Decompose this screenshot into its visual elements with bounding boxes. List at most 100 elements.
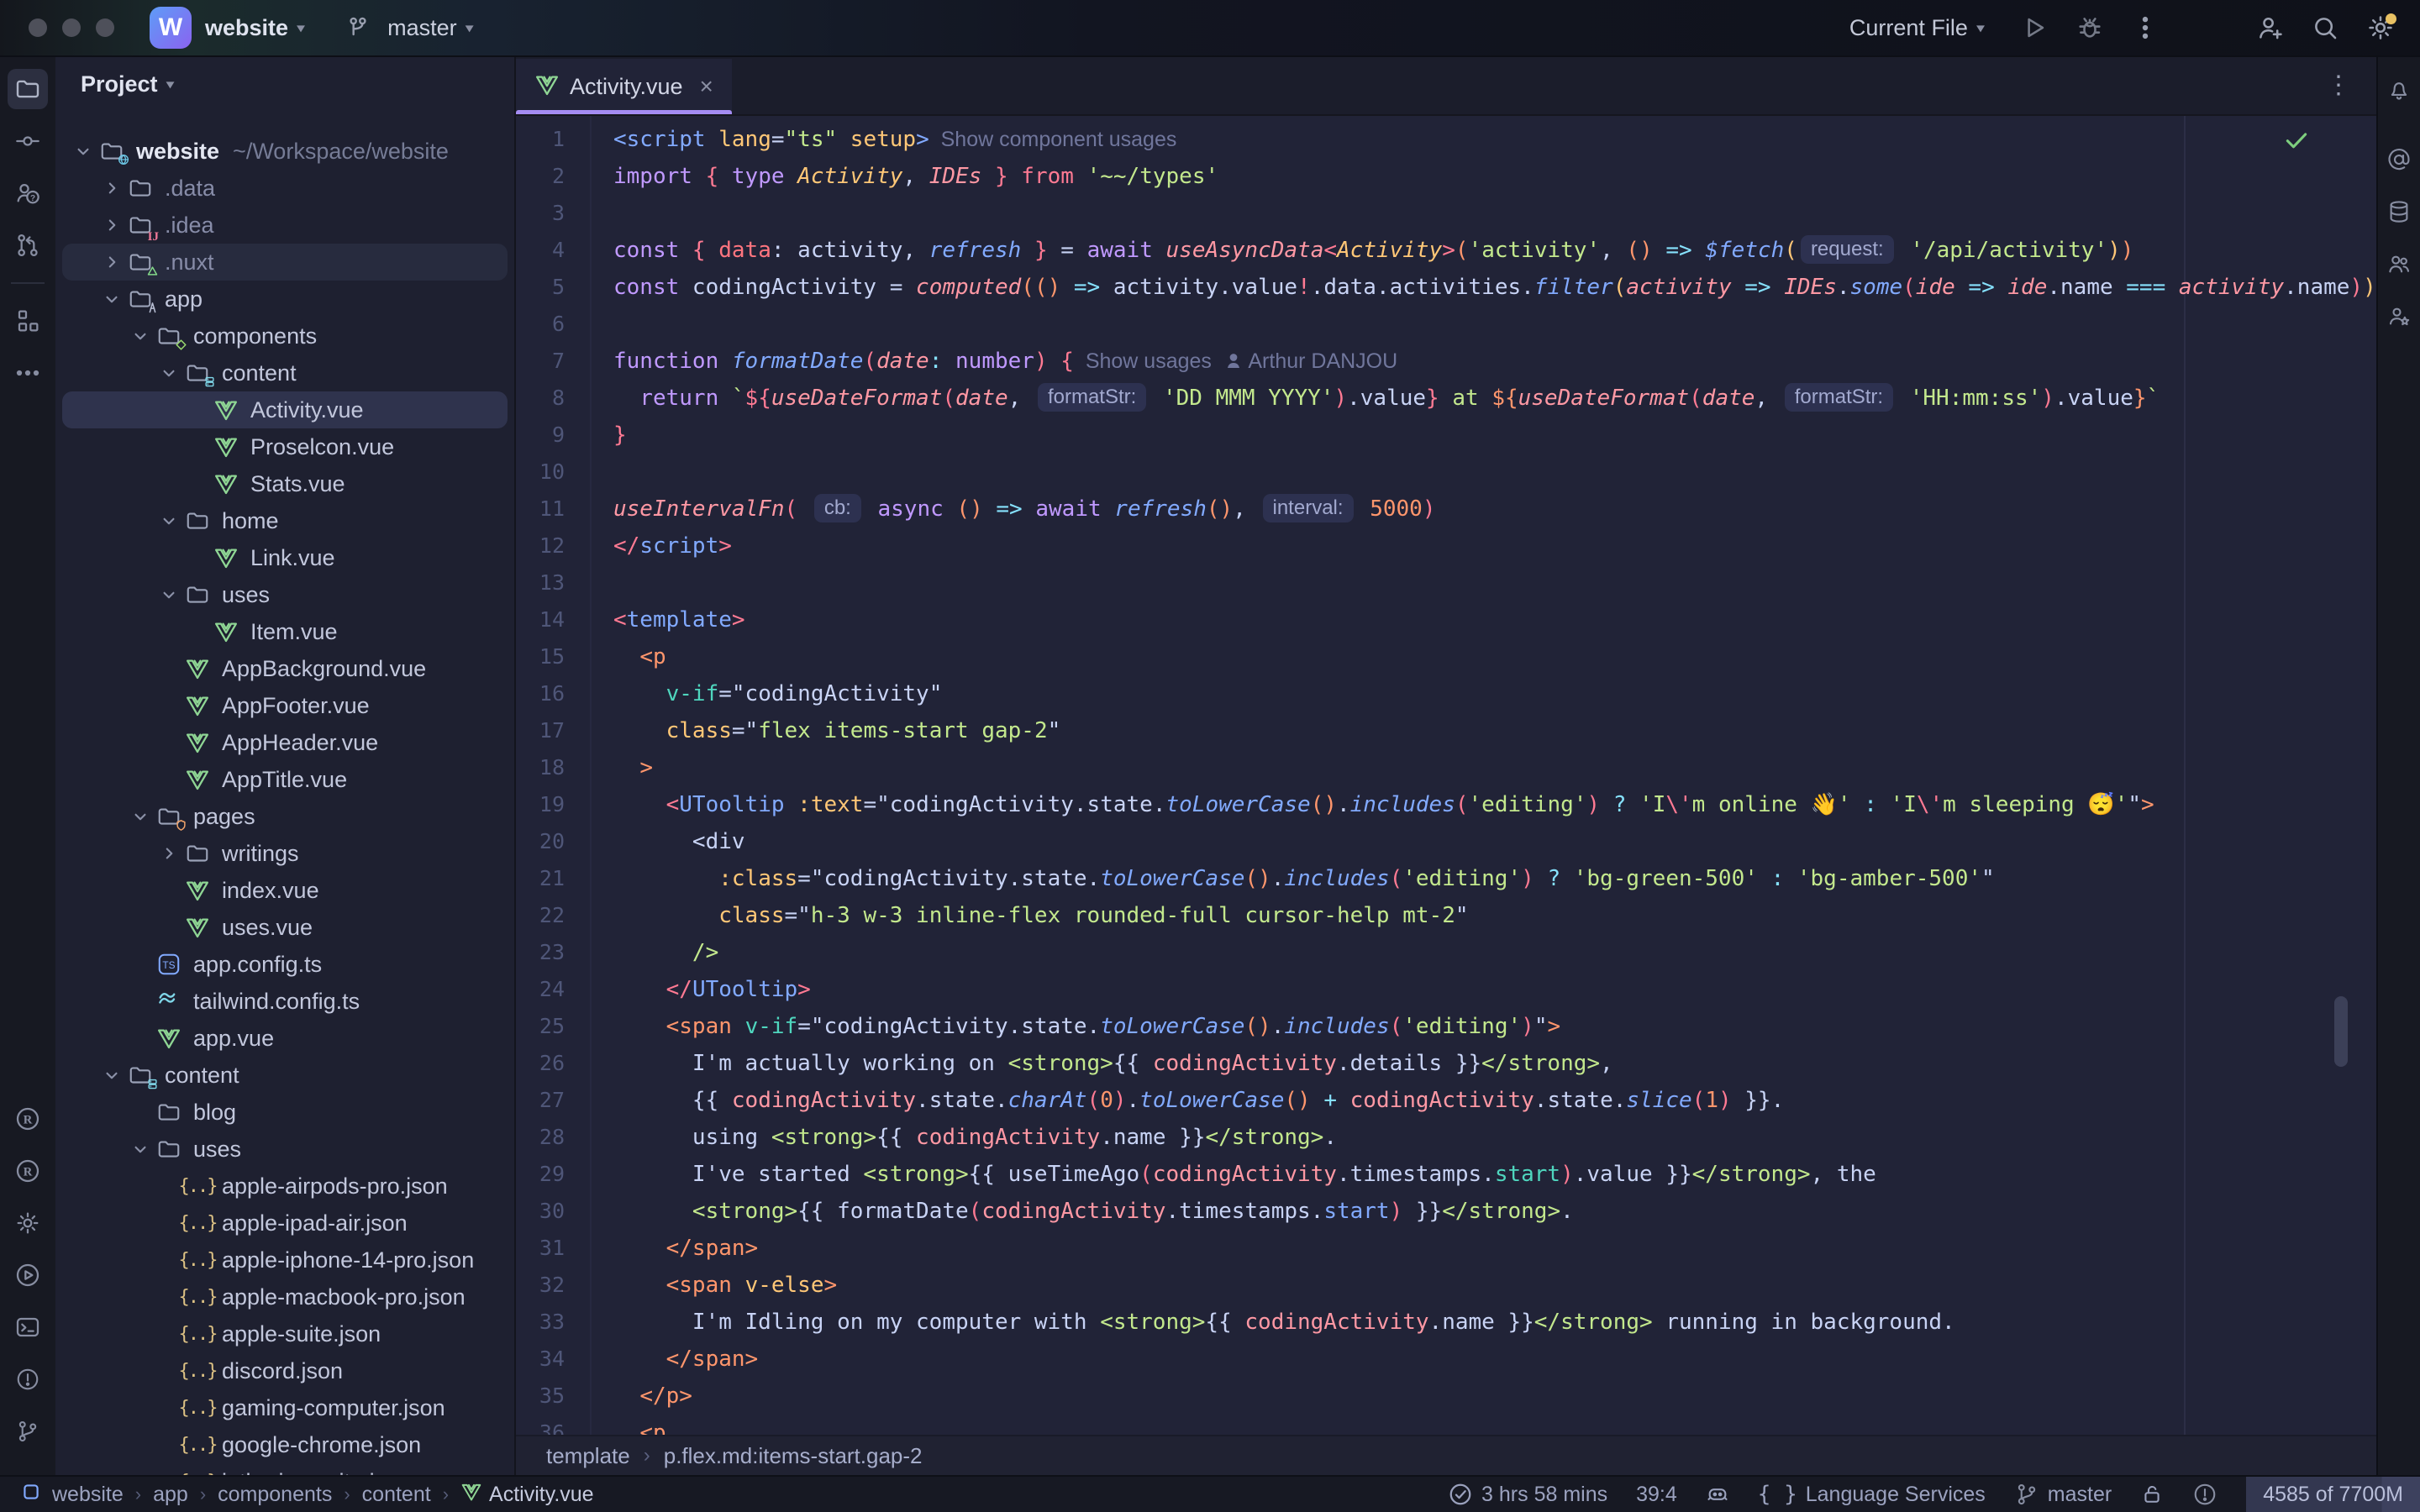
tree-row-appfooter-vue[interactable]: AppFooter.vue	[62, 687, 508, 724]
tree-row-apple-iphone-14-pro-json[interactable]: {..}apple-iphone-14-pro.json	[62, 1242, 508, 1278]
tree-row-item-vue[interactable]: Item.vue	[62, 613, 508, 650]
stripe-database-icon[interactable]	[2379, 192, 2419, 232]
status-3-hrs-58-mins[interactable]: 3 hrs 58 mins	[1448, 1482, 1607, 1507]
tree-row-appheader-vue[interactable]: AppHeader.vue	[62, 724, 508, 761]
stripe-at-sign-icon[interactable]	[2379, 139, 2419, 180]
status-unlock[interactable]	[2140, 1483, 2164, 1506]
stripe-structure-icon[interactable]	[8, 301, 48, 341]
editor-options-kebab-icon[interactable]: ⋮	[2326, 71, 2351, 100]
code-line[interactable]: 27 {{ codingActivity.state.charAt(0).toL…	[516, 1082, 2376, 1119]
code-line[interactable]: 16 v-if="codingActivity"	[516, 675, 2376, 712]
stripe-play-circle-icon[interactable]	[8, 1255, 48, 1295]
tree-row-uses-vue[interactable]: uses.vue	[62, 909, 508, 946]
tree-row-google-chrome-json[interactable]: {..}google-chrome.json	[62, 1426, 508, 1463]
tab-close-icon[interactable]: ×	[700, 73, 713, 100]
code-line[interactable]: 2import { type Activity, IDEs } from '~~…	[516, 158, 2376, 195]
tree-row-tailwind-config-ts[interactable]: tailwind.config.ts	[62, 983, 508, 1020]
tree-row-uses[interactable]: uses	[62, 576, 508, 613]
user-add-icon[interactable]	[2254, 12, 2286, 44]
tree-row-gaming-computer-json[interactable]: {..}gaming-computer.json	[62, 1389, 508, 1426]
tree-row-app-vue[interactable]: app.vue	[62, 1020, 508, 1057]
tree-row-link-vue[interactable]: Link.vue	[62, 539, 508, 576]
tree-row-components[interactable]: components	[62, 318, 508, 354]
window-controls[interactable]	[29, 18, 114, 37]
tree-row-uses[interactable]: uses	[62, 1131, 508, 1168]
chevron-down-icon[interactable]	[97, 285, 126, 313]
status-breadcrumb-item[interactable]: Activity.vue	[460, 1481, 594, 1509]
code-line[interactable]: 29 I've started <strong>{{ useTimeAgo(co…	[516, 1156, 2376, 1193]
code-line[interactable]: 24 </UTooltip>	[516, 971, 2376, 1008]
chevron-right-icon[interactable]	[97, 248, 126, 276]
status-breadcrumb-item[interactable]: content	[362, 1483, 431, 1507]
code-line[interactable]: 9}	[516, 417, 2376, 454]
code-line[interactable]: 11useIntervalFn( cb: async () => await r…	[516, 491, 2376, 528]
code-line[interactable]: 30 <strong>{{ formatDate(codingActivity.…	[516, 1193, 2376, 1230]
status-39-4[interactable]: 39:4	[1636, 1483, 1677, 1507]
code-line[interactable]: 34 </span>	[516, 1341, 2376, 1378]
code-line[interactable]: 5const codingActivity = computed(() => a…	[516, 269, 2376, 306]
code-line[interactable]: 6	[516, 306, 2376, 343]
code-line[interactable]: 23 />	[516, 934, 2376, 971]
tree-row-apptitle-vue[interactable]: AppTitle.vue	[62, 761, 508, 798]
chevron-down-icon[interactable]	[126, 802, 155, 831]
project-panel-header[interactable]: Project ▾	[55, 57, 514, 111]
stripe-users-question-icon[interactable]: ?	[8, 173, 48, 213]
code-line[interactable]: 31 </span>	[516, 1230, 2376, 1267]
tree-row-pages[interactable]: pages	[62, 798, 508, 835]
tree-row--idea[interactable]: IJ.idea	[62, 207, 508, 244]
stripe-users-icon[interactable]	[2379, 244, 2419, 284]
status-breadcrumb-item[interactable]: website	[52, 1483, 124, 1507]
stripe-bang-circle-icon[interactable]	[8, 1359, 48, 1399]
tree-row--data[interactable]: .data	[62, 170, 508, 207]
tree-row-content[interactable]: content	[62, 1057, 508, 1094]
code-line[interactable]: 36 <p	[516, 1415, 2376, 1435]
status-language-services[interactable]: { }Language Services	[1758, 1482, 1986, 1507]
search-icon[interactable]	[2309, 12, 2341, 44]
code-line[interactable]: 35 </p>	[516, 1378, 2376, 1415]
code-line[interactable]: 15 <p	[516, 638, 2376, 675]
code-line[interactable]: 10	[516, 454, 2376, 491]
status-master[interactable]: master	[2014, 1482, 2112, 1507]
code-line[interactable]: 21 :class="codingActivity.state.toLowerC…	[516, 860, 2376, 897]
code-line[interactable]: 7function formatDate(date: number) { Sho…	[516, 343, 2376, 380]
stripe-commit-icon[interactable]	[8, 121, 48, 161]
code-line[interactable]: 18 >	[516, 749, 2376, 786]
tree-row-stats-vue[interactable]: Stats.vue	[62, 465, 508, 502]
status-bang-circle[interactable]	[2192, 1482, 2217, 1507]
code-line[interactable]: 22 class="h-3 w-3 inline-flex rounded-fu…	[516, 897, 2376, 934]
settings-icon[interactable]	[2365, 12, 2396, 44]
stripe-r-circle-icon[interactable]: R	[8, 1151, 48, 1191]
tree-row-blog[interactable]: blog	[62, 1094, 508, 1131]
tree-row-website[interactable]: website~/Workspace/website	[62, 133, 508, 170]
chevron-down-icon[interactable]	[155, 580, 183, 609]
chevron-right-icon[interactable]	[155, 839, 183, 868]
maximize-button[interactable]	[96, 18, 114, 37]
code-line[interactable]: 33 I'm Idling on my computer with <stron…	[516, 1304, 2376, 1341]
code-line[interactable]: 8 return `${useDateFormat(date, formatSt…	[516, 380, 2376, 417]
stripe-pull-request-icon[interactable]	[8, 225, 48, 265]
stripe-bell-icon[interactable]	[2379, 69, 2419, 109]
tree-row-apple-suite-json[interactable]: {..}apple-suite.json	[62, 1315, 508, 1352]
status-breadcrumb[interactable]: website›app›components›content›Activity.…	[20, 1481, 594, 1509]
play-icon[interactable]	[2018, 12, 2050, 44]
breadcrumb-item[interactable]: template	[546, 1443, 630, 1469]
code-line[interactable]: 26 I'm actually working on <strong>{{ co…	[516, 1045, 2376, 1082]
tree-row-index-vue[interactable]: index.vue	[62, 872, 508, 909]
code-line[interactable]: 12</script>	[516, 528, 2376, 564]
tree-row-appbackground-vue[interactable]: AppBackground.vue	[62, 650, 508, 687]
stripe-more-icon[interactable]	[8, 353, 48, 393]
stripe-branch-icon[interactable]	[8, 1411, 48, 1452]
tree-row-proselcon-vue[interactable]: Proselcon.vue	[62, 428, 508, 465]
status-copilot[interactable]	[1706, 1483, 1729, 1506]
chevron-down-icon[interactable]	[126, 322, 155, 350]
tree-row-home[interactable]: home	[62, 502, 508, 539]
kebab-icon[interactable]	[2129, 12, 2161, 44]
tree-row-activity-vue[interactable]: Activity.vue	[62, 391, 508, 428]
code-line[interactable]: 20 <div	[516, 823, 2376, 860]
tree-row-content[interactable]: content	[62, 354, 508, 391]
code-line[interactable]: 25 <span v-if="codingActivity.state.toLo…	[516, 1008, 2376, 1045]
tree-row-jetbrains-suite-json[interactable]: {..}jetbrains-suite.json	[62, 1463, 508, 1475]
code-line[interactable]: 19 <UTooltip :text="codingActivity.state…	[516, 786, 2376, 823]
tree-row-apple-airpods-pro-json[interactable]: {..}apple-airpods-pro.json	[62, 1168, 508, 1205]
status-breadcrumb-item[interactable]: components	[218, 1483, 332, 1507]
